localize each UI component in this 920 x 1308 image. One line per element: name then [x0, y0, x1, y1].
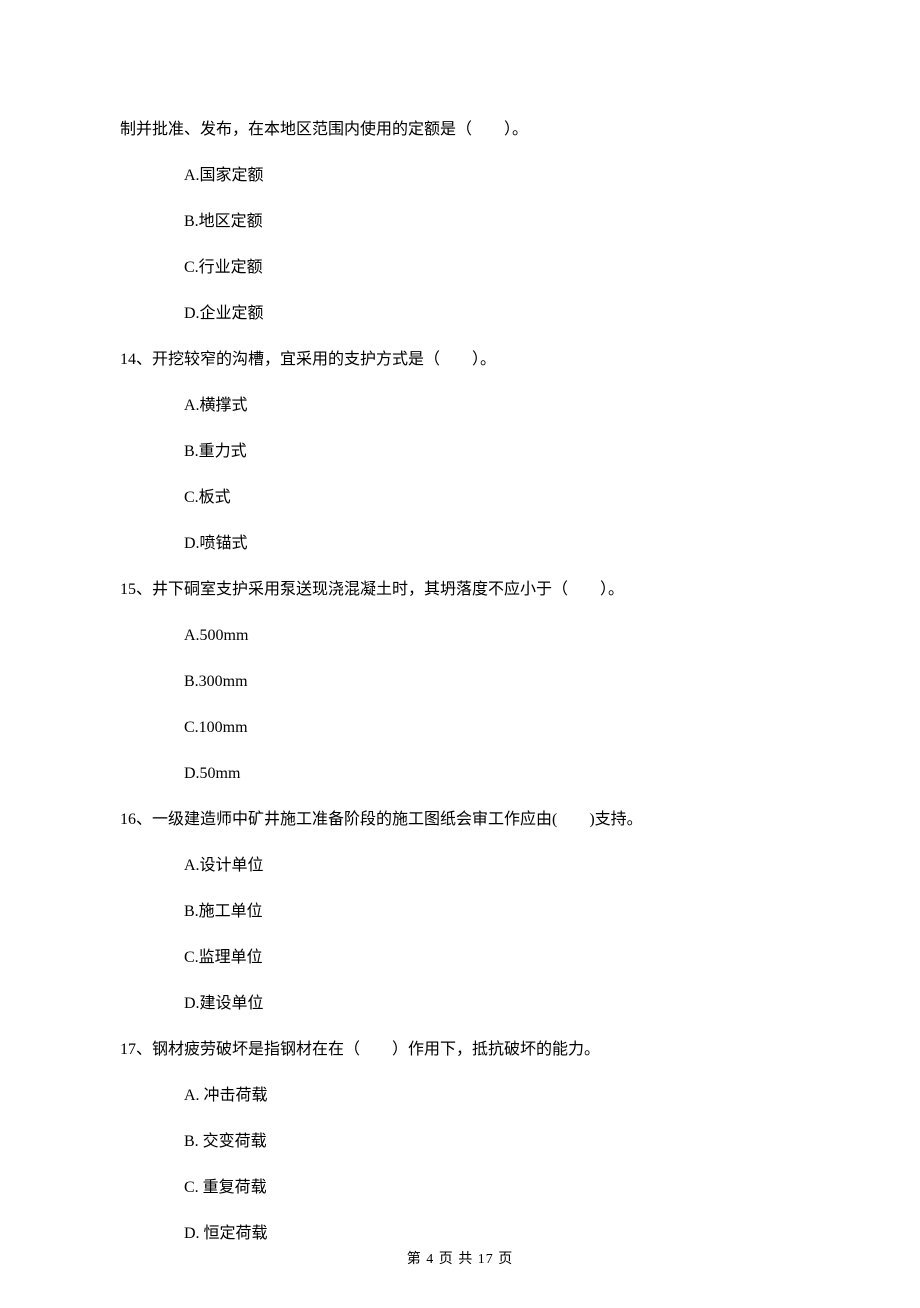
option-b: B.地区定额	[120, 210, 800, 234]
option-c: C. 重复荷载	[120, 1176, 800, 1200]
option-b: B.300mm	[120, 670, 800, 694]
question-13-continued: 制并批准、发布，在本地区范围内使用的定额是（ ）。 A.国家定额 B.地区定额 …	[120, 118, 800, 326]
option-c: C.行业定额	[120, 256, 800, 280]
question-stem: 15、井下硐室支护采用泵送现浇混凝土时，其坍落度不应小于（ ）。	[120, 578, 800, 602]
option-a: A. 冲击荷载	[120, 1084, 800, 1108]
question-15: 15、井下硐室支护采用泵送现浇混凝土时，其坍落度不应小于（ ）。 A.500mm…	[120, 578, 800, 786]
option-c: C.监理单位	[120, 946, 800, 970]
question-stem: 14、开挖较窄的沟槽，宜采用的支护方式是（ ）。	[120, 348, 800, 372]
option-d: D.50mm	[120, 762, 800, 786]
option-b: B. 交变荷载	[120, 1130, 800, 1154]
question-16: 16、一级建造师中矿井施工准备阶段的施工图纸会审工作应由( )支持。 A.设计单…	[120, 808, 800, 1016]
option-d: D.喷锚式	[120, 532, 800, 556]
question-stem: 17、钢材疲劳破坏是指钢材在在（ ）作用下，抵抗破坏的能力。	[120, 1038, 800, 1062]
option-a: A.横撑式	[120, 394, 800, 418]
option-d: D. 恒定荷载	[120, 1222, 800, 1246]
option-a: A.500mm	[120, 624, 800, 648]
option-c: C.板式	[120, 486, 800, 510]
page-container: 制并批准、发布，在本地区范围内使用的定额是（ ）。 A.国家定额 B.地区定额 …	[0, 0, 920, 1308]
option-b: B.施工单位	[120, 900, 800, 924]
question-17: 17、钢材疲劳破坏是指钢材在在（ ）作用下，抵抗破坏的能力。 A. 冲击荷载 B…	[120, 1038, 800, 1246]
option-d: D.建设单位	[120, 992, 800, 1016]
option-a: A.国家定额	[120, 164, 800, 188]
question-14: 14、开挖较窄的沟槽，宜采用的支护方式是（ ）。 A.横撑式 B.重力式 C.板…	[120, 348, 800, 556]
question-stem-fragment: 制并批准、发布，在本地区范围内使用的定额是（ ）。	[120, 118, 800, 142]
option-c: C.100mm	[120, 716, 800, 740]
option-b: B.重力式	[120, 440, 800, 464]
option-d: D.企业定额	[120, 302, 800, 326]
question-stem: 16、一级建造师中矿井施工准备阶段的施工图纸会审工作应由( )支持。	[120, 808, 800, 832]
page-footer: 第 4 页 共 17 页	[0, 1249, 920, 1270]
option-a: A.设计单位	[120, 854, 800, 878]
